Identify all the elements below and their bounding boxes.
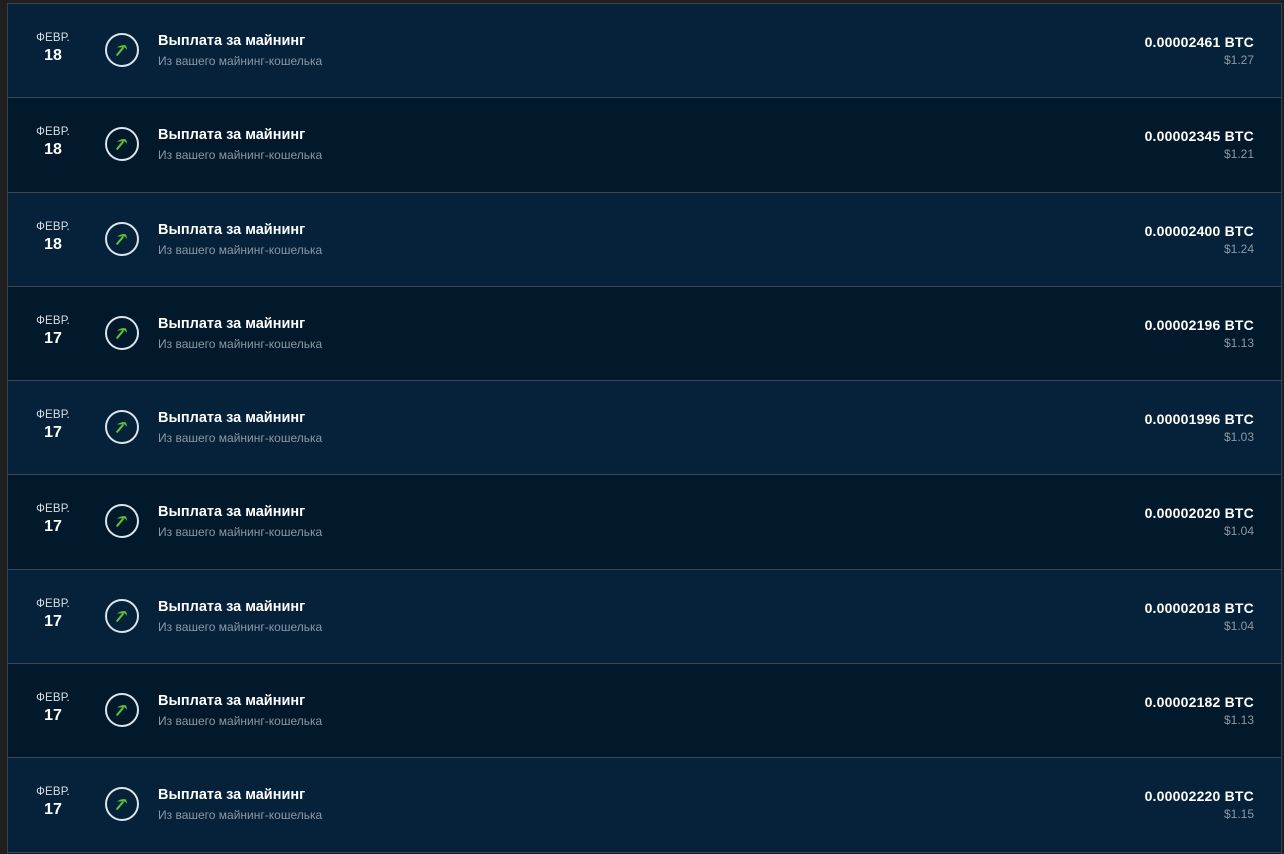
transaction-row[interactable]: ФЕВР. 17 Выплата за майнинг Из вашего ма… <box>8 664 1281 759</box>
transaction-title: Выплата за майнинг <box>158 221 306 238</box>
date-month: ФЕВР. <box>36 503 70 516</box>
transaction-subtitle: Из вашего майнинг-кошелька <box>158 148 323 163</box>
transaction-row[interactable]: ФЕВР. 18 Выплата за майнинг Из вашего ма… <box>8 98 1281 193</box>
usd-amount: $1.27 <box>1223 53 1254 67</box>
pickaxe-icon <box>105 787 139 822</box>
pickaxe-icon <box>105 127 139 162</box>
transaction-date: ФЕВР. 17 <box>28 408 78 444</box>
transaction-row[interactable]: ФЕВР. 17 Выплата за майнинг Из вашего ма… <box>8 475 1281 570</box>
transaction-title: Выплата за майнинг <box>158 315 306 332</box>
transaction-subtitle: Из вашего майнинг-кошелька <box>158 619 323 634</box>
transaction-date: ФЕВР. 18 <box>28 125 78 161</box>
transaction-subtitle: Из вашего майнинг-кошелька <box>158 431 323 446</box>
transaction-date: ФЕВР. 17 <box>28 597 78 633</box>
btc-amount: 0.00002220 BTC <box>1144 788 1254 805</box>
transaction-row[interactable]: ФЕВР. 18 Выплата за майнинг Из вашего ма… <box>8 192 1281 287</box>
transaction-row[interactable]: ФЕВР. 17 Выплата за майнинг Из вашего ма… <box>8 569 1281 665</box>
date-month: ФЕВР. <box>36 314 70 327</box>
pickaxe-icon <box>105 598 139 633</box>
transaction-subtitle: Из вашего майнинг-кошелька <box>158 242 323 257</box>
transaction-title: Выплата за майнинг <box>158 33 306 49</box>
transaction-title: Выплата за майнинг <box>158 410 306 427</box>
transaction-title: Выплата за майнинг <box>158 693 306 710</box>
date-day: 18 <box>44 141 62 159</box>
pickaxe-icon <box>105 33 139 67</box>
date-month: ФЕВР. <box>36 597 70 610</box>
usd-amount: $1.04 <box>1223 524 1254 539</box>
btc-amount: 0.00002018 BTC <box>1144 599 1254 616</box>
date-day: 17 <box>44 707 62 725</box>
transaction-subtitle: Из вашего майнинг-кошелька <box>158 54 323 68</box>
pickaxe-icon <box>105 315 139 350</box>
transaction-subtitle: Из вашего майнинг-кошелька <box>158 714 323 729</box>
date-month: ФЕВР. <box>36 409 70 422</box>
usd-amount: $1.04 <box>1223 618 1254 633</box>
date-month: ФЕВР. <box>36 126 70 139</box>
transaction-date: ФЕВР. 18 <box>28 31 78 67</box>
transaction-row[interactable]: ФЕВР. 17 Выплата за майнинг Из вашего ма… <box>8 381 1281 476</box>
transaction-title: Выплата за майнинг <box>158 598 306 615</box>
transaction-subtitle: Из вашего майнинг-кошелька <box>158 336 323 351</box>
transaction-list: ФЕВР. 18 Выплата за майнинг Из вашего ма… <box>7 3 1282 854</box>
transaction-row[interactable]: ФЕВР. 18 Выплата за майнинг Из вашего ма… <box>8 4 1281 99</box>
transaction-date: ФЕВР. 17 <box>28 314 78 350</box>
transaction-row[interactable]: ФЕВР. 17 Выплата за майнинг Из вашего ма… <box>8 286 1281 382</box>
transaction-title: Выплата за майнинг <box>158 504 306 521</box>
transaction-date: ФЕВР. 17 <box>28 785 78 821</box>
usd-amount: $1.03 <box>1223 430 1254 445</box>
date-month: ФЕВР. <box>36 220 70 233</box>
date-day: 17 <box>44 801 62 819</box>
date-day: 17 <box>44 329 62 347</box>
transaction-subtitle: Из вашего майнинг-кошелька <box>158 808 323 823</box>
date-day: 17 <box>44 518 62 536</box>
date-day: 18 <box>44 47 62 64</box>
transaction-subtitle: Из вашего майнинг-кошелька <box>158 525 323 540</box>
transaction-date: ФЕВР. 18 <box>28 220 78 256</box>
pickaxe-icon <box>105 410 139 445</box>
usd-amount: $1.24 <box>1223 241 1254 256</box>
btc-amount: 0.00002020 BTC <box>1144 505 1254 522</box>
pickaxe-icon <box>105 693 139 728</box>
usd-amount: $1.13 <box>1223 335 1254 350</box>
pickaxe-icon <box>105 221 139 256</box>
date-month: ФЕВР. <box>36 786 70 799</box>
usd-amount: $1.13 <box>1223 713 1254 728</box>
btc-amount: 0.00002345 BTC <box>1144 128 1254 145</box>
pickaxe-icon <box>105 504 139 539</box>
date-month: ФЕВР. <box>36 32 70 44</box>
btc-amount: 0.00002182 BTC <box>1144 694 1254 711</box>
date-month: ФЕВР. <box>36 692 70 705</box>
usd-amount: $1.21 <box>1223 147 1254 162</box>
btc-amount: 0.00002400 BTC <box>1144 222 1254 239</box>
btc-amount: 0.00002196 BTC <box>1144 316 1254 333</box>
btc-amount: 0.00001996 BTC <box>1144 411 1254 428</box>
usd-amount: $1.15 <box>1223 807 1254 822</box>
transaction-date: ФЕВР. 17 <box>28 502 78 538</box>
date-day: 17 <box>44 424 62 442</box>
transaction-title: Выплата за майнинг <box>158 127 306 144</box>
transaction-title: Выплата за майнинг <box>158 787 306 804</box>
btc-amount: 0.00002461 BTC <box>1144 34 1254 50</box>
transaction-row[interactable]: ФЕВР. 17 Выплата за майнинг Из вашего ма… <box>8 758 1281 853</box>
date-day: 18 <box>44 235 62 253</box>
transaction-date: ФЕВР. 17 <box>28 691 78 727</box>
date-day: 17 <box>44 612 62 630</box>
